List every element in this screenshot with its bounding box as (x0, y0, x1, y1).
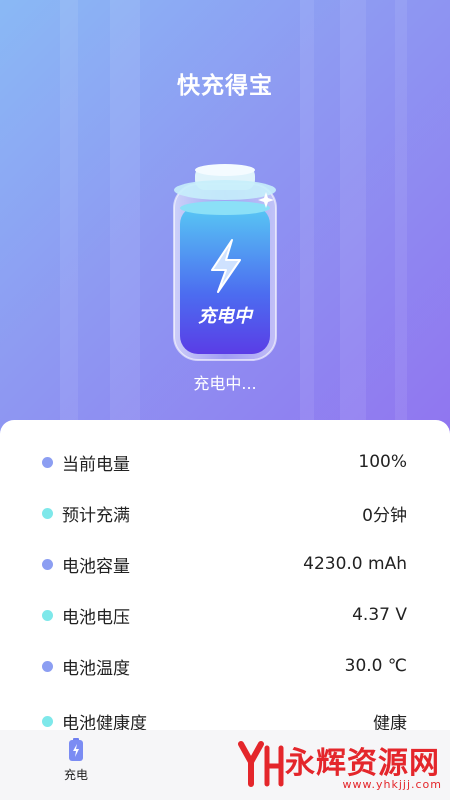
tab-label: 充电 (63, 768, 88, 782)
battery-illustration: 充电中 (166, 162, 284, 362)
bullet-dot (42, 715, 53, 727)
info-row-capacity: 电池容量 4230.0 mAh (0, 539, 450, 589)
info-row-time-to-full: 预计充满 0分钟 (0, 488, 450, 538)
info-row-current-level: 当前电量 100% (0, 437, 450, 487)
info-label: 电池容量 (62, 556, 130, 577)
info-label: 当前电量 (62, 454, 130, 475)
watermark-text: 永辉资源网 (285, 746, 440, 781)
info-row-voltage: 电池电压 4.37 V (0, 590, 450, 640)
info-value: 30.0 ℃ (344, 656, 407, 676)
bullet-dot (42, 609, 53, 621)
info-label: 电池电压 (62, 607, 130, 628)
bullet-dot (42, 558, 53, 570)
info-value: 100% (358, 452, 407, 472)
battery-icon (69, 738, 83, 761)
bullet-dot (42, 456, 53, 468)
app-title: 快充得宝 (177, 73, 273, 99)
info-label: 电池温度 (62, 658, 130, 679)
info-label: 预计充满 (62, 505, 130, 526)
tab-charge[interactable]: 充电 (44, 738, 108, 794)
bullet-dot (42, 507, 53, 519)
bullet-dot (42, 660, 53, 672)
charging-status-text: 充电中... (193, 374, 257, 393)
watermark-url: www.yhkjjj.com (342, 778, 442, 791)
info-row-temperature: 电池温度 30.0 ℃ (0, 641, 450, 691)
info-value: 4230.0 mAh (303, 554, 407, 574)
info-value: 4.37 V (352, 605, 407, 625)
watermark-emblem-icon (238, 741, 284, 787)
battery-graphic (173, 164, 277, 361)
hero-header: 快充得宝 充电中 充电中... (0, 0, 450, 440)
info-value: 0分钟 (362, 505, 407, 526)
battery-info-card: 当前电量 100% 预计充满 0分钟 电池容量 4230.0 mAh 电池电压 … (0, 420, 450, 750)
battery-badge-text: 充电中 (198, 306, 252, 327)
